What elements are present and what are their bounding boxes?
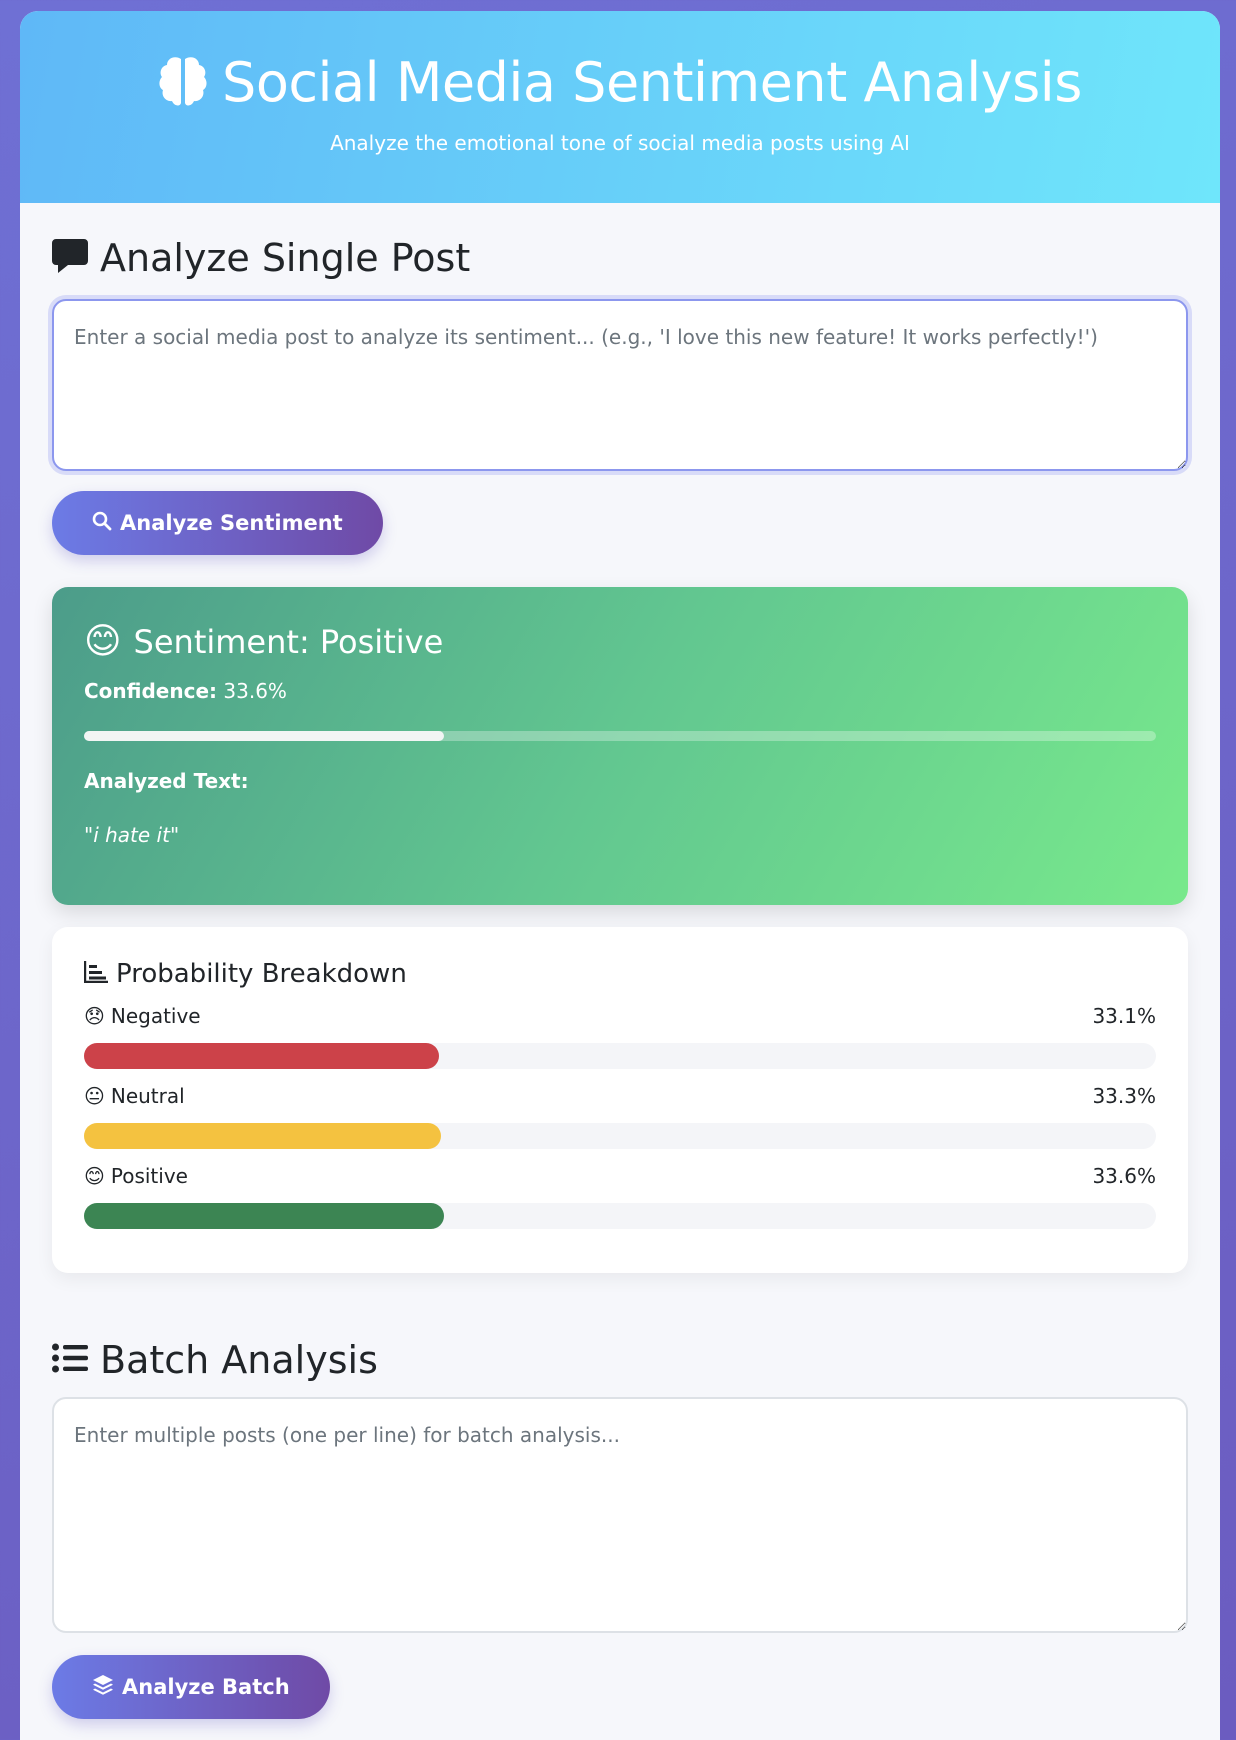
analyzed-text: "i hate it" [84,823,180,847]
confidence-line: Confidence: 33.6% [84,679,1156,703]
neutral-value: 33.3% [1092,1084,1156,1108]
negative-label: Negative [110,1004,201,1028]
title-row: Social Media Sentiment Analysis [20,55,1220,111]
analyze-sentiment-label: Analyze Sentiment [120,511,343,535]
confidence-label: Confidence: [84,679,218,703]
batch-title: Batch Analysis [100,1338,378,1382]
probability-label: 😊 Positive [84,1164,188,1188]
probability-title: Probability Breakdown [116,959,407,989]
post-input[interactable] [52,299,1188,471]
analyze-batch-label: Analyze Batch [122,1675,290,1699]
result-heading: 😊 Sentiment: Positive [84,623,1156,661]
probability-breakdown-card: Probability Breakdown 😞 Negative 33.1% 😐… [52,927,1188,1273]
positive-value: 33.6% [1092,1164,1156,1188]
probability-row-header: 😊 Positive 33.6% [84,1163,1156,1189]
neutral-label: Neutral [110,1084,185,1108]
analyze-sentiment-button[interactable]: Analyze Sentiment [52,491,383,555]
negative-value: 33.1% [1092,1004,1156,1028]
positive-bar-fill [84,1203,445,1229]
negative-bar [84,1043,1156,1069]
smile-emoji-icon: 😊 [84,1164,105,1188]
probability-label: 😞 Negative [84,1004,201,1028]
confidence-bar-fill [84,731,445,741]
smile-emoji-icon: 😊 [84,621,122,662]
probability-row-header: 😐 Neutral 33.3% [84,1083,1156,1109]
negative-bar-fill [84,1043,439,1069]
single-post-section: Analyze Single Post Analyze Sentiment 😊 … [52,233,1188,1273]
comment-icon [52,237,88,279]
batch-section: Batch Analysis Analyze Batch [52,1335,1188,1719]
probability-row-neutral: 😐 Neutral 33.3% [84,1083,1156,1149]
confidence-value: 33.6% [223,679,287,703]
probability-row-positive: 😊 Positive 33.6% [84,1163,1156,1229]
positive-bar [84,1203,1156,1229]
main-content: Analyze Single Post Analyze Sentiment 😊 … [20,203,1220,1719]
brain-icon [158,55,208,111]
probability-row-header: 😞 Negative 33.1% [84,1003,1156,1029]
sad-emoji-icon: 😞 [84,1004,105,1028]
batch-input[interactable] [52,1397,1188,1633]
layers-icon [92,1674,114,1701]
positive-label: Positive [110,1164,188,1188]
page-header: Social Media Sentiment Analysis Analyze … [20,11,1220,203]
page-title: Social Media Sentiment Analysis [222,51,1082,114]
bar-chart-icon [83,961,108,987]
analyze-batch-button[interactable]: Analyze Batch [52,1655,330,1719]
list-icon [52,1343,88,1377]
neutral-bar [84,1123,1156,1149]
single-post-heading: Analyze Single Post [52,233,1188,283]
neutral-bar-fill [84,1123,441,1149]
probability-heading: Probability Breakdown [83,959,1156,989]
sentiment-title: Sentiment: Positive [133,623,444,661]
page-subtitle: Analyze the emotional tone of social med… [330,131,910,155]
neutral-emoji-icon: 😐 [84,1084,105,1108]
probability-label: 😐 Neutral [84,1084,185,1108]
single-post-title: Analyze Single Post [100,236,471,280]
probability-row-negative: 😞 Negative 33.1% [84,1003,1156,1069]
batch-heading: Batch Analysis [52,1335,1188,1385]
sentiment-result-card: 😊 Sentiment: Positive Confidence: 33.6% … [52,587,1188,905]
confidence-bar [84,731,1156,741]
search-icon [92,511,112,536]
analyzed-text-label: Analyzed Text: [84,769,249,793]
app-container: Social Media Sentiment Analysis Analyze … [20,11,1220,1740]
